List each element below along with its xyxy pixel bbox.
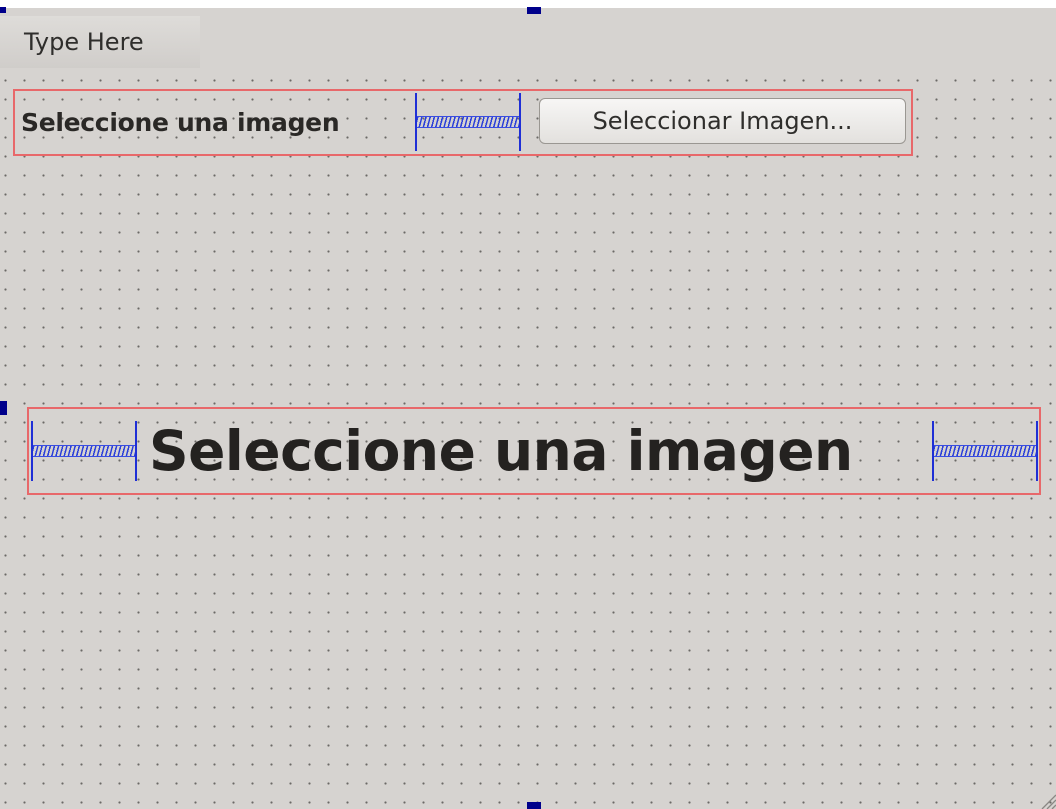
select-image-button[interactable]: Seleccionar Imagen... xyxy=(539,98,906,144)
horizontal-spacer[interactable] xyxy=(415,93,521,151)
menubar: Type Here xyxy=(0,8,1056,68)
horizontal-layout-top[interactable]: Seleccione una imagen Seleccionar Imagen… xyxy=(13,89,913,156)
menu-type-here[interactable]: Type Here xyxy=(0,16,200,68)
left-spacer[interactable] xyxy=(31,421,137,481)
select-image-label[interactable]: Seleccione una imagen xyxy=(21,108,340,137)
spacer-coil xyxy=(417,116,519,128)
selection-handle-top[interactable] xyxy=(527,7,541,14)
spacer-coil xyxy=(33,445,135,457)
right-spacer[interactable] xyxy=(932,421,1038,481)
form-canvas[interactable]: Type Here Seleccione una imagen Seleccio… xyxy=(0,8,1056,809)
resize-grip-icon[interactable] xyxy=(1038,791,1056,809)
selection-handle-top-left[interactable] xyxy=(0,7,6,13)
horizontal-layout-image[interactable]: Seleccione una imagen xyxy=(27,407,1041,495)
spacer-coil xyxy=(934,445,1036,457)
image-label[interactable]: Seleccione una imagen xyxy=(149,417,853,485)
selection-handle-bottom[interactable] xyxy=(527,802,541,809)
selection-handle-left[interactable] xyxy=(0,401,7,415)
